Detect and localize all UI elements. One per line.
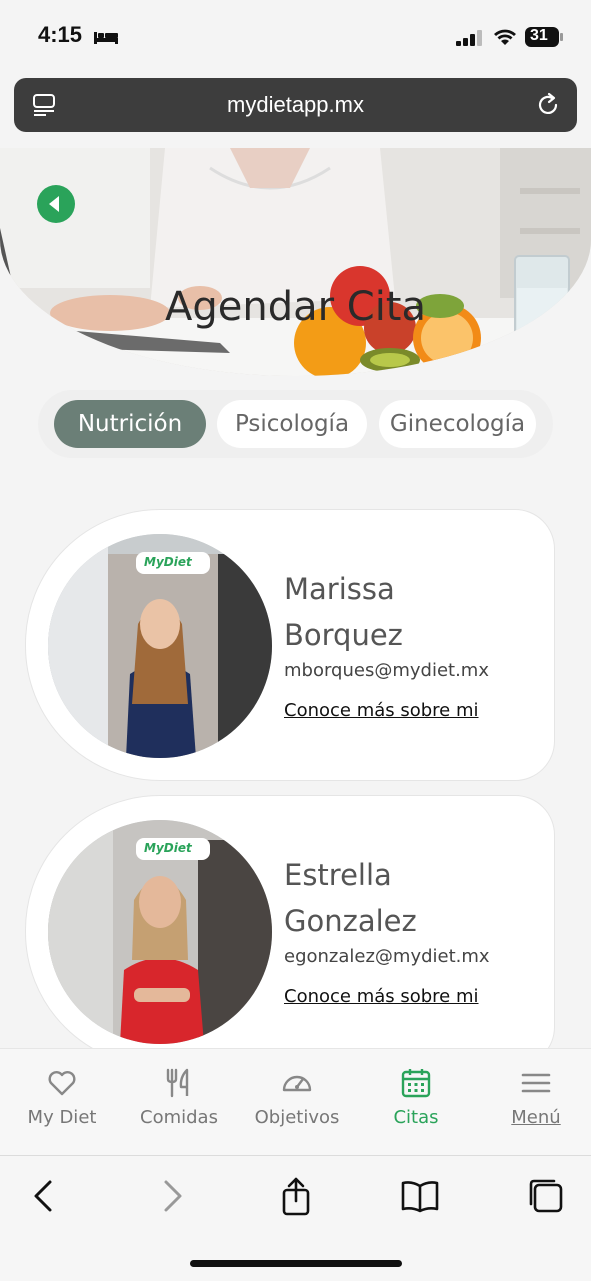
address-bar[interactable]: mydietapp.mx [14, 78, 577, 132]
reload-icon[interactable] [535, 92, 561, 118]
about-me-link[interactable]: Conoce más sobre mi [284, 986, 479, 1007]
nav-label: Comidas [140, 1107, 218, 1128]
specialist-last-name: Gonzalez [284, 904, 417, 938]
hamburger-icon [521, 1073, 551, 1093]
home-indicator [190, 1260, 402, 1267]
specialist-first-name: Marissa [284, 572, 395, 606]
back-button[interactable] [37, 185, 75, 223]
specialist-photo: MyDiet [48, 534, 272, 758]
specialist-email: egonzalez@mydiet.mx [284, 946, 490, 967]
bookmarks-icon[interactable] [400, 1176, 440, 1216]
specialist-card[interactable]: MyDiet Estrella Gonzalez egonzalez@mydie… [25, 795, 555, 1067]
mydiet-badge: MyDiet [144, 841, 192, 855]
heart-icon [48, 1071, 76, 1096]
status-bar: 4:15 31 [0, 0, 591, 74]
status-time: 4:15 [38, 22, 83, 47]
nav-label: Citas [393, 1107, 439, 1128]
specialist-last-name: Borquez [284, 618, 403, 652]
specialist-email: mborques@mydiet.mx [284, 660, 489, 681]
mydiet-badge: MyDiet [144, 555, 192, 569]
nav-label: Menú [511, 1107, 561, 1128]
nav-menu[interactable]: Menú [477, 1067, 591, 1128]
nav-objetivos[interactable]: Objetivos [238, 1067, 356, 1128]
speedometer-icon [282, 1075, 312, 1092]
nav-label: My Diet [27, 1107, 97, 1128]
url-text: mydietapp.mx [227, 92, 364, 117]
nav-label: Objetivos [254, 1107, 340, 1128]
nav-my-diet[interactable]: My Diet [3, 1067, 121, 1128]
tabs-icon[interactable] [526, 1176, 566, 1216]
page-title: Agendar Cita [164, 284, 426, 330]
share-icon[interactable] [276, 1176, 316, 1216]
wifi-icon [494, 29, 516, 45]
nav-citas[interactable]: Citas [357, 1067, 475, 1128]
hero-banner [0, 148, 591, 376]
tab-psicologia[interactable]: Psicología [217, 400, 367, 448]
bottom-nav: My Diet Comidas Objetivos Citas Menú [0, 1048, 591, 1155]
back-arrow-icon[interactable] [24, 1176, 64, 1216]
battery-level: 31 [530, 27, 548, 44]
forward-arrow-icon[interactable] [152, 1176, 192, 1216]
nav-comidas[interactable]: Comidas [120, 1067, 238, 1128]
about-me-link[interactable]: Conoce más sobre mi [284, 700, 479, 721]
tab-ginecologia[interactable]: Ginecología [379, 400, 536, 448]
cellular-signal-icon [456, 30, 482, 46]
hero-photo [0, 148, 591, 376]
specialist-first-name: Estrella [284, 858, 392, 892]
fork-knife-icon [166, 1068, 189, 1098]
specialist-card[interactable]: MyDiet Marissa Borquez mborques@mydiet.m… [25, 509, 555, 781]
calendar-icon [401, 1069, 431, 1098]
tab-nutricion[interactable]: Nutrición [54, 400, 206, 448]
battery-icon: 31 [524, 26, 564, 48]
specialty-tabs: Nutrición Psicología Ginecología [38, 390, 553, 458]
specialist-photo: MyDiet [48, 820, 272, 1044]
sleep-focus-icon [94, 32, 118, 44]
